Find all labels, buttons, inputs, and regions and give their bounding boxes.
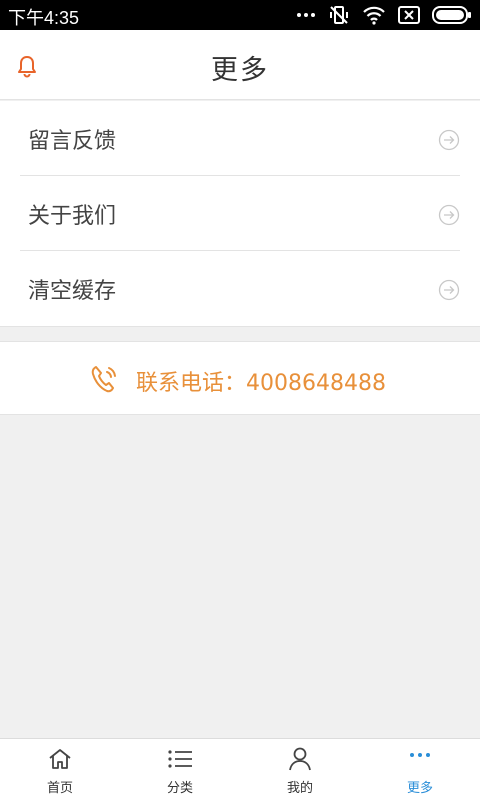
tab-label: 分类 xyxy=(166,781,193,796)
more-dots-status-icon xyxy=(297,13,315,17)
more-dots-icon xyxy=(410,753,430,757)
battery-icon xyxy=(432,6,471,24)
arrow-right-circle-icon xyxy=(438,129,460,151)
tab-category[interactable]: 分类 xyxy=(120,739,240,800)
home-icon xyxy=(49,749,71,769)
tab-label: 我的 xyxy=(286,781,313,796)
no-sim-icon xyxy=(398,6,420,24)
tab-mine[interactable]: 我的 xyxy=(240,739,360,800)
list-icon xyxy=(168,750,192,768)
status-icons xyxy=(296,4,472,26)
menu-item-label: 留言反馈 xyxy=(28,129,117,154)
tab-more[interactable]: 更多 xyxy=(360,739,480,800)
page-header: 更多 xyxy=(0,30,480,100)
user-icon xyxy=(289,747,311,771)
contact-phone-row[interactable]: 联系电话：4008648488 xyxy=(0,341,480,415)
tab-label: 更多 xyxy=(406,781,433,796)
tab-home[interactable]: 首页 xyxy=(0,739,120,800)
menu-item-about[interactable]: 关于我们 xyxy=(20,176,460,251)
settings-menu: 留言反馈 关于我们 清空缓存 xyxy=(0,101,480,327)
menu-item-feedback[interactable]: 留言反馈 xyxy=(20,101,460,176)
vibrate-off-icon xyxy=(330,6,348,24)
arrow-right-circle-icon xyxy=(438,204,460,226)
status-bar: 下午4:35 xyxy=(0,0,480,30)
contact-phone-text: 联系电话：4008648488 xyxy=(136,371,386,396)
page-title: 更多 xyxy=(211,55,269,86)
menu-item-label: 清空缓存 xyxy=(28,279,117,304)
wifi-icon xyxy=(363,6,385,25)
menu-item-clear-cache[interactable]: 清空缓存 xyxy=(20,251,460,326)
phone-icon xyxy=(91,366,116,393)
menu-item-label: 关于我们 xyxy=(28,204,117,229)
status-time: 下午4:35 xyxy=(8,8,80,28)
arrow-right-circle-icon xyxy=(438,279,460,301)
bottom-tab-bar: 首页 分类 我的 更多 xyxy=(0,738,480,800)
tab-label: 首页 xyxy=(46,781,73,796)
